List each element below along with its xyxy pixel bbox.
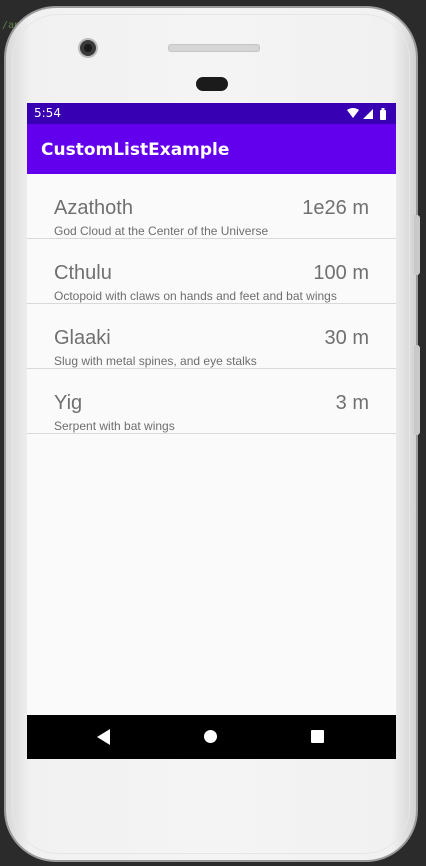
navigation-bar: [27, 715, 396, 759]
item-description: Octopoid with claws on hands and feet an…: [54, 289, 337, 303]
signal-icon: [363, 109, 373, 119]
status-bar: 5:54: [27, 103, 396, 124]
creature-list: Azathoth 1e26 m God Cloud at the Center …: [27, 174, 396, 434]
item-name: Cthulu: [54, 262, 112, 284]
power-button[interactable]: [414, 215, 420, 275]
list-item[interactable]: Azathoth 1e26 m God Cloud at the Center …: [27, 174, 396, 239]
proximity-sensor: [196, 77, 228, 91]
front-camera: [78, 38, 98, 58]
status-time: 5:54: [34, 106, 61, 120]
item-size: 1e26 m: [302, 197, 369, 219]
item-description: God Cloud at the Center of the Universe: [54, 224, 269, 238]
recents-icon[interactable]: [311, 730, 324, 743]
volume-button[interactable]: [414, 345, 420, 435]
item-size: 100 m: [313, 262, 369, 284]
earpiece-speaker: [168, 44, 260, 52]
status-icons: [347, 108, 386, 120]
item-size: 3 m: [335, 392, 369, 414]
item-description: Serpent with bat wings: [54, 419, 175, 433]
battery-icon: [380, 108, 386, 120]
item-description: Slug with metal spines, and eye stalks: [54, 354, 257, 368]
home-icon[interactable]: [204, 730, 217, 743]
wifi-icon: [347, 108, 359, 118]
item-name: Azathoth: [54, 197, 133, 219]
device-screen: 5:54 CustomListExample Azathoth 1e26 m G…: [27, 103, 396, 759]
item-name: Glaaki: [54, 327, 111, 349]
back-icon[interactable]: [97, 729, 110, 745]
list-item[interactable]: Cthulu 100 m Octopoid with claws on hand…: [27, 239, 396, 304]
app-bar: CustomListExample: [27, 124, 396, 174]
app-title: CustomListExample: [41, 140, 230, 160]
item-size: 30 m: [324, 327, 369, 349]
list-item[interactable]: Yig 3 m Serpent with bat wings: [27, 369, 396, 434]
item-name: Yig: [54, 392, 83, 414]
list-item[interactable]: Glaaki 30 m Slug with metal spines, and …: [27, 304, 396, 369]
